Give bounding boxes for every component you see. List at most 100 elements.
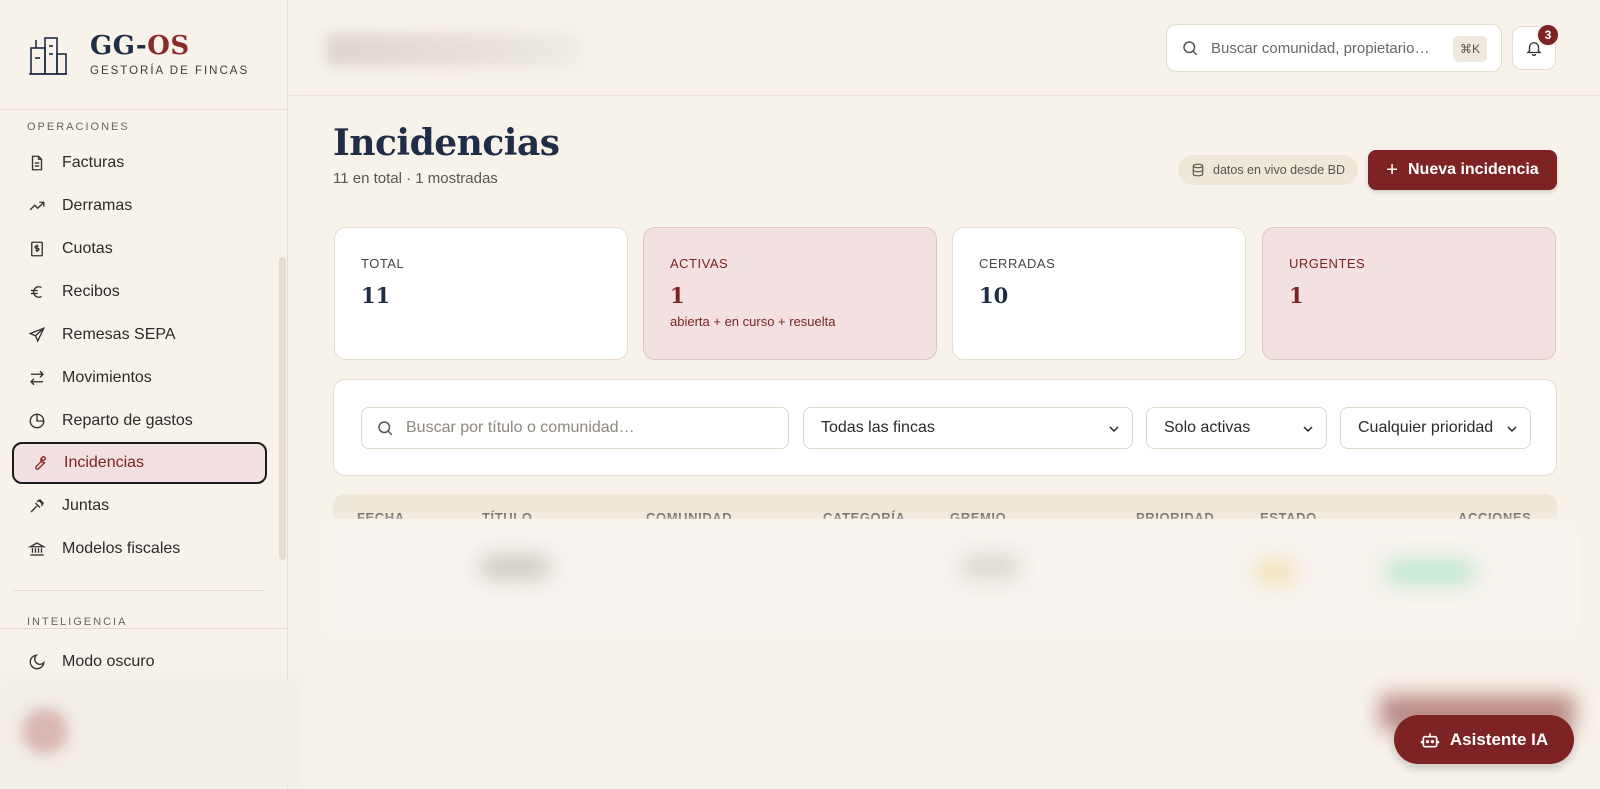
assistant-label: Asistente IA	[1449, 729, 1549, 749]
stat-label: ACTIVAS	[670, 256, 729, 271]
global-search-input[interactable]: Buscar comunidad, propietario… ⌘K	[1166, 24, 1502, 72]
stat-note: abierta + en curso + resuelta	[670, 314, 836, 329]
send-icon	[27, 325, 47, 345]
sidebar-item-label: Cuotas	[62, 240, 113, 257]
notification-badge: 3	[1536, 23, 1560, 47]
stat-card-total: TOTAL 11	[334, 227, 628, 360]
brand[interactable]: GG-OS GESTORÍA DE FINCAS	[0, 0, 287, 110]
sidebar-item-incidencias[interactable]: Incidencias	[12, 442, 267, 484]
wrench-icon	[29, 453, 49, 473]
section-label-inteligencia: INTELIGENCIA	[27, 616, 128, 628]
row-action-blur	[1385, 560, 1475, 584]
sidebar-item-label: Modelos fiscales	[62, 540, 181, 557]
filters-panel: Buscar por título o comunidad… Todas las…	[333, 379, 1557, 476]
sidebar-item-derramas[interactable]: Derramas	[12, 185, 267, 227]
sidebar-item-cuotas[interactable]: Cuotas	[12, 228, 267, 270]
column-header-categoria[interactable]: CATEGORÍA	[823, 510, 905, 519]
search-icon	[1183, 41, 1198, 56]
bank-icon	[27, 539, 47, 559]
sidebar-item-juntas[interactable]: Juntas	[12, 485, 267, 527]
incidencias-search-input[interactable]: Buscar por título o comunidad…	[361, 407, 789, 449]
chevron-down-icon	[1109, 426, 1119, 433]
stat-label: URGENTES	[1289, 256, 1366, 271]
brand-subtitle: GESTORÍA DE FINCAS	[90, 64, 250, 77]
shortcut-hint: ⌘K	[1452, 36, 1487, 62]
dark-mode-toggle[interactable]: Modo oscuro	[12, 641, 267, 683]
sidebar-item-label: Remesas SEPA	[62, 326, 176, 343]
page-title: Incidencias	[333, 122, 560, 164]
stat-card-urgentes[interactable]: URGENTES 1	[1262, 227, 1556, 360]
sidebar-user-area	[0, 678, 300, 789]
stat-value: 1	[670, 283, 685, 308]
sidebar-item-reparto-de-gastos[interactable]: Reparto de gastos	[12, 400, 267, 442]
chevron-down-icon	[1303, 426, 1313, 433]
moon-icon	[27, 652, 47, 672]
sidebar-item-movimientos[interactable]: Movimientos	[12, 357, 267, 399]
sidebar-item-label: Recibos	[62, 283, 120, 300]
new-incidencia-button[interactable]: + Nueva incidencia	[1368, 150, 1557, 190]
sidebar-item-modelos-fiscales[interactable]: Modelos fiscales	[12, 528, 267, 570]
column-header-estado[interactable]: ESTADO	[1260, 510, 1317, 519]
sidebar-item-label: Movimientos	[62, 369, 152, 386]
row-gremio-blur	[960, 555, 1020, 579]
search-placeholder: Buscar por título o comunidad…	[406, 419, 635, 436]
column-header-prioridad[interactable]: PRIORIDAD	[1136, 510, 1214, 519]
column-header-acciones[interactable]: ACCIONES	[1458, 510, 1531, 519]
column-header-gremio[interactable]: GREMIO	[950, 510, 1006, 519]
stat-label: TOTAL	[361, 256, 405, 271]
sidebar-item-label: Derramas	[62, 197, 133, 214]
stat-value: 10	[979, 283, 1009, 308]
stat-label: CERRADAS	[979, 256, 1056, 271]
sidebar-item-remesas-sepa[interactable]: Remesas SEPA	[12, 314, 267, 356]
arrows-swap-icon	[27, 368, 47, 388]
sidebar-scrollbar[interactable]	[279, 257, 286, 560]
column-header-fecha[interactable]: FECHA	[357, 510, 405, 519]
row-estado-blur	[1255, 560, 1295, 584]
topbar-divider	[288, 95, 1600, 96]
stat-card-cerradas[interactable]: CERRADAS 10	[952, 227, 1246, 360]
global-search-placeholder: Buscar comunidad, propietario…	[1211, 39, 1430, 57]
row-title-blur	[480, 555, 550, 579]
sidebar-item-recibos[interactable]: Recibos	[12, 271, 267, 313]
database-icon	[1192, 163, 1204, 177]
trending-up-icon	[27, 196, 47, 216]
stat-card-activas[interactable]: ACTIVAS 1 abierta + en curso + resuelta	[643, 227, 937, 360]
live-data-badge: datos en vivo desde BD	[1178, 155, 1359, 185]
page-subtitle: 11 en total · 1 mostradas	[333, 170, 498, 187]
section-label-operaciones: OPERACIONES	[27, 121, 130, 133]
sidebar-divider	[13, 590, 265, 591]
gavel-icon	[27, 496, 47, 516]
column-header-comunidad[interactable]: COMUNIDAD	[646, 510, 732, 519]
estado-select-value: Solo activas	[1164, 419, 1251, 436]
live-data-label: datos en vivo desde BD	[1213, 163, 1346, 177]
sidebar-divider	[0, 628, 288, 629]
pie-chart-icon	[27, 411, 47, 431]
fincas-select[interactable]: Todas las fincas	[803, 407, 1133, 449]
fincas-select-value: Todas las fincas	[821, 419, 935, 436]
building-logo-icon	[29, 36, 67, 75]
sidebar-item-label: Reparto de gastos	[62, 412, 193, 429]
estado-select[interactable]: Solo activas	[1146, 407, 1327, 449]
sidebar-item-label: Incidencias	[64, 454, 145, 471]
dark-mode-label: Modo oscuro	[62, 653, 155, 670]
sidebar-item-facturas[interactable]: Facturas	[12, 142, 267, 184]
search-icon	[378, 421, 393, 436]
receipt-dollar-icon	[27, 239, 47, 259]
invoice-icon	[27, 153, 47, 173]
sidebar-item-label: Facturas	[62, 154, 125, 171]
new-incidencia-label: Nueva incidencia	[1407, 161, 1539, 178]
chevron-down-icon	[1507, 426, 1517, 433]
breadcrumb	[325, 33, 580, 67]
column-header-titulo[interactable]: TÍTULO	[482, 510, 533, 519]
sidebar-item-label: Juntas	[62, 497, 110, 514]
bot-icon	[1420, 732, 1440, 747]
stat-value: 1	[1289, 283, 1304, 308]
prioridad-select-value: Cualquier prioridad	[1358, 419, 1494, 436]
assistant-button[interactable]: Asistente IA	[1394, 715, 1574, 764]
prioridad-select[interactable]: Cualquier prioridad	[1340, 407, 1531, 449]
brand-name: GG-OS	[90, 30, 190, 61]
table-header: FECHA TÍTULO COMUNIDAD CATEGORÍA GREMIO …	[333, 494, 1557, 519]
sidebar: GG-OS GESTORÍA DE FINCAS OPERACIONES Fac…	[0, 0, 300, 789]
plus-icon: +	[1386, 158, 1398, 181]
stat-value: 11	[361, 283, 391, 308]
